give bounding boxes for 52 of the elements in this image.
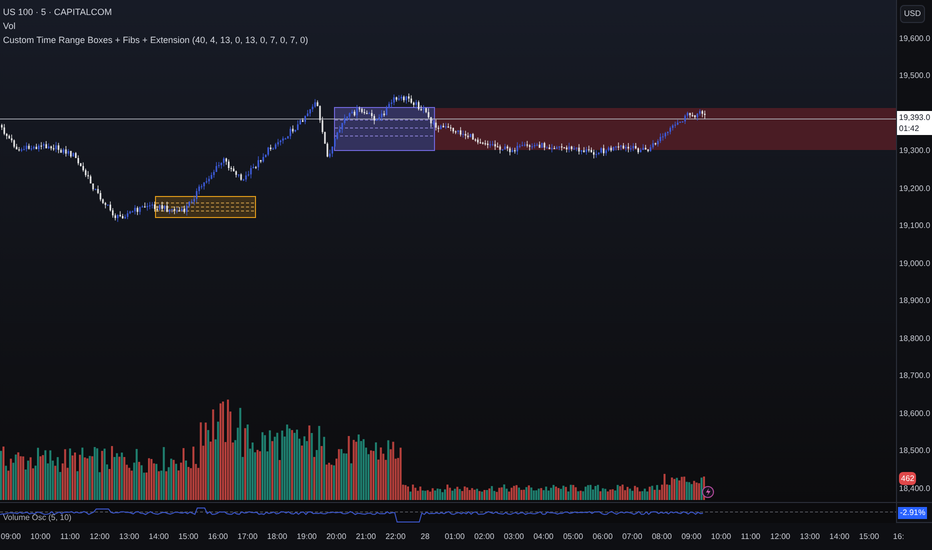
price-label: 19,500.0	[899, 70, 930, 82]
price-label: 18,400.0	[899, 482, 930, 495]
time-label: 18:00	[267, 530, 288, 542]
time-label: 10:00	[711, 530, 732, 542]
time-label: 09:00	[0, 530, 21, 542]
time-label: 03:00	[504, 530, 524, 542]
currency-button[interactable]: USD	[900, 5, 925, 23]
time-label: 09:00	[681, 530, 702, 542]
time-label: 13:00	[119, 530, 140, 542]
price-label: 18,600.0	[899, 408, 930, 420]
time-label: 08:00	[652, 530, 672, 542]
time-label: 02:00	[474, 530, 494, 542]
time-label: 06:00	[592, 530, 613, 542]
time-label: 16:00	[208, 530, 228, 542]
time-label: 15:00	[859, 530, 880, 542]
time-label: 20:00	[326, 530, 346, 542]
indicator-label: Custom Time Range Boxes + Fibs + Extension (40, 4, 13, 0, 13, 0, 7, 0, 7, 0)	[3, 34, 308, 46]
price-label: 19,100.0	[899, 220, 930, 232]
time-label: 04:00	[533, 530, 554, 542]
volume-indicator-label: Vol	[3, 20, 17, 32]
time-label: 16:	[893, 530, 904, 542]
price-label: 19,300.0	[899, 145, 930, 158]
oscillator-value: -2.91%	[898, 506, 928, 518]
volume-badge: 462	[899, 472, 916, 485]
price-label: 18,900.0	[899, 295, 930, 308]
oscillator-label: Volume Osc (5, 10)	[3, 513, 72, 523]
time-label: 05:00	[563, 530, 584, 542]
time-label: 28	[420, 530, 430, 542]
countdown: 01:42	[899, 123, 920, 134]
time-label: 13:00	[800, 530, 820, 542]
time-label: 11:00	[740, 530, 760, 542]
time-label: 21:00	[356, 530, 376, 542]
time-label: 12:00	[770, 530, 790, 542]
symbol-title: US 100 · 5 · CAPITALCOM	[3, 6, 113, 18]
price-label: 18,700.0	[899, 370, 930, 382]
time-label: 07:00	[622, 530, 642, 542]
last-price: 19,393.0	[899, 112, 931, 123]
time-label: 14:00	[148, 530, 169, 542]
time-label: 14:00	[829, 530, 850, 542]
time-label: 10:00	[30, 530, 50, 542]
time-label: 12:00	[90, 530, 110, 542]
price-label: 18,800.0	[899, 332, 930, 345]
time-label: 01:00	[444, 530, 465, 542]
price-label: 19,200.0	[899, 182, 930, 195]
price-label: 19,000.0	[899, 258, 930, 270]
time-label: 15:00	[178, 530, 198, 542]
time-label: 22:00	[386, 530, 406, 542]
price-label: 18,500.0	[899, 445, 930, 458]
price-label: 19,600.0	[899, 32, 930, 45]
time-label: 19:00	[296, 530, 317, 542]
time-label: 17:00	[238, 530, 258, 542]
time-label: 11:00	[60, 530, 80, 542]
